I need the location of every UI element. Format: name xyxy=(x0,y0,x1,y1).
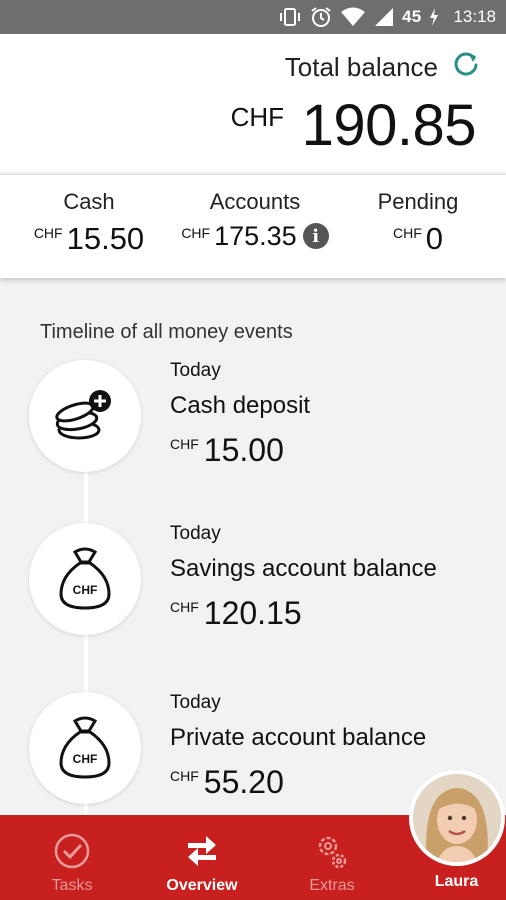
event-title: Cash deposit xyxy=(170,392,311,419)
event-icon-circle: CHF xyxy=(29,692,141,804)
event-title: Savings account balance xyxy=(170,555,437,582)
timeline-event[interactable]: CHF Today Savings account balance CHF 12… xyxy=(0,523,506,673)
event-amount: 120.15 xyxy=(203,595,302,631)
event-currency: CHF xyxy=(170,599,199,615)
event-title: Private account balance xyxy=(170,724,427,751)
profile-avatar[interactable] xyxy=(409,770,505,866)
accounts-label: Accounts xyxy=(209,189,301,214)
avatar xyxy=(413,774,501,862)
vibrate-icon xyxy=(279,8,300,26)
pending-summary[interactable]: Pending CHF 0 xyxy=(364,189,472,257)
event-date: Today xyxy=(170,523,221,544)
balance-header: Total balance CHF 190.85 xyxy=(0,34,506,172)
avatar-portrait xyxy=(413,774,501,862)
tab-tasks[interactable]: Tasks xyxy=(22,815,122,900)
refresh-icon[interactable] xyxy=(452,50,480,78)
event-date: Today xyxy=(170,360,221,381)
event-amount: 15.00 xyxy=(203,432,284,468)
wifi-icon xyxy=(340,7,365,26)
alarm-icon xyxy=(311,7,331,27)
swap-arrows-icon xyxy=(188,836,216,866)
gears-icon xyxy=(318,836,347,869)
pending-label: Pending xyxy=(377,189,459,214)
cash-label: Cash xyxy=(63,189,115,214)
battery-charging-icon xyxy=(430,8,439,26)
timeline-event[interactable]: Today Cash deposit CHF 15.00 xyxy=(0,360,506,510)
event-date: Today xyxy=(170,692,221,713)
pending-currency: CHF xyxy=(392,225,422,241)
battery-text: 45 xyxy=(401,7,422,26)
tab-overview-label: Overview xyxy=(166,877,238,894)
balance-summary: Cash CHF 15.50 Accounts CHF 175.35 i Pen… xyxy=(0,174,506,278)
bag-label: CHF xyxy=(73,752,98,766)
timeline-title: Timeline of all money events xyxy=(40,321,293,343)
bag-label: CHF xyxy=(73,583,98,597)
pending-amount: 0 xyxy=(425,221,444,256)
total-balance-label: Total balance xyxy=(284,52,438,82)
tab-extras[interactable]: Extras xyxy=(282,815,382,900)
status-bar: 45 13:18 xyxy=(0,0,506,34)
cash-summary[interactable]: Cash CHF 15.50 xyxy=(26,189,152,257)
coins-plus-icon xyxy=(55,390,111,440)
money-bag-icon: CHF xyxy=(59,547,111,610)
money-bag-icon: CHF xyxy=(59,716,111,779)
cash-currency: CHF xyxy=(33,225,63,241)
total-balance-amount: 190.85 xyxy=(301,93,477,158)
accounts-summary[interactable]: Accounts CHF 175.35 i xyxy=(170,189,340,252)
event-icon-circle xyxy=(29,360,141,472)
checkmark-circle-icon xyxy=(54,833,90,869)
signal-icon xyxy=(374,8,393,26)
info-icon[interactable]: i xyxy=(302,223,329,249)
profile-name: Laura xyxy=(434,873,479,890)
clock: 13:18 xyxy=(453,7,496,26)
tab-overview[interactable]: Overview xyxy=(152,815,252,900)
event-currency: CHF xyxy=(170,768,199,784)
total-currency: CHF xyxy=(230,102,284,132)
accounts-currency: CHF xyxy=(181,225,211,241)
event-amount: 55.20 xyxy=(203,764,284,800)
event-icon-circle: CHF xyxy=(29,523,141,635)
tab-extras-label: Extras xyxy=(309,877,355,894)
cash-amount: 15.50 xyxy=(66,221,145,256)
event-currency: CHF xyxy=(170,436,199,452)
accounts-amount: 175.35 xyxy=(214,221,297,251)
tab-tasks-label: Tasks xyxy=(51,877,93,894)
